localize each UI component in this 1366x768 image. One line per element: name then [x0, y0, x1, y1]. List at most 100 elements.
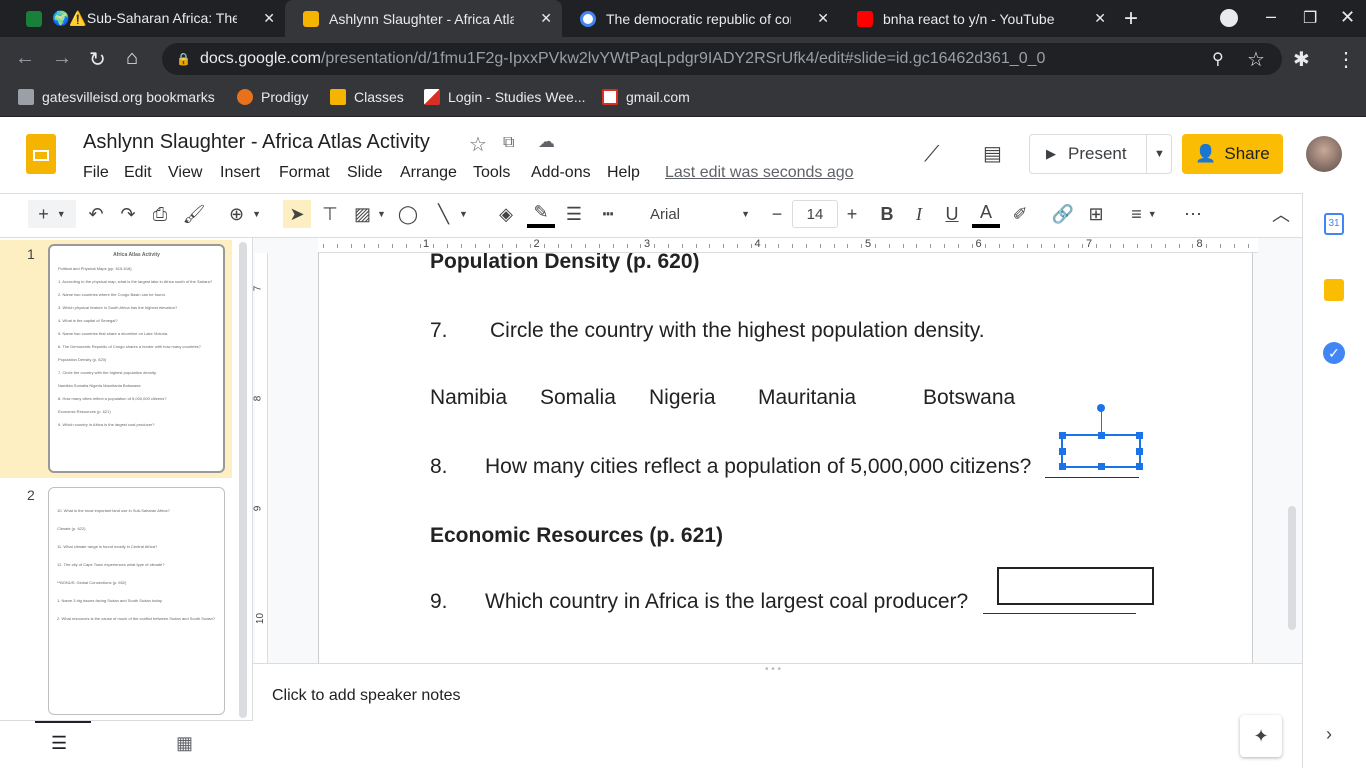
menu-help[interactable]: Help — [607, 164, 640, 182]
menu-addons[interactable]: Add-ons — [531, 164, 591, 182]
menu-edit[interactable]: Edit — [124, 164, 152, 182]
image-icon[interactable]: ▨ ▼ — [350, 200, 390, 228]
close-tab-icon[interactable]: ✕ — [263, 10, 275, 27]
selected-answer-textbox[interactable] — [1059, 404, 1143, 470]
extensions-icon[interactable]: ✱ — [1293, 47, 1310, 72]
close-tab-icon[interactable]: ✕ — [1094, 10, 1106, 27]
filmstrip-scrollbar[interactable] — [239, 242, 247, 718]
resize-handle[interactable] — [1059, 463, 1066, 470]
menu-insert[interactable]: Insert — [220, 164, 260, 182]
line-icon[interactable]: ╲ ▼ — [430, 200, 476, 228]
menu-slide[interactable]: Slide — [347, 164, 383, 182]
speaker-notes-placeholder[interactable]: Click to add speaker notes — [272, 687, 461, 705]
grid-view-icon[interactable]: ▦ — [176, 733, 193, 754]
menu-file[interactable]: File — [83, 164, 109, 182]
slide-thumbnail-2[interactable]: 10. What is the most important land use … — [48, 487, 225, 715]
text-color-icon[interactable]: A — [972, 200, 1000, 228]
move-folder-icon[interactable]: ⧉ — [503, 134, 514, 152]
vertical-ruler[interactable]: 7 8 9 10 — [252, 253, 268, 663]
forward-icon[interactable]: → — [52, 47, 72, 70]
menu-tools[interactable]: Tools — [473, 164, 510, 182]
last-edit-link[interactable]: Last edit was seconds ago — [665, 164, 854, 182]
bookmark-gatesvilleisd[interactable]: gatesvilleisd.org bookmarks — [18, 89, 215, 105]
slide-thumbnail-1[interactable]: Africa Atlas Activity Political and Physi… — [48, 244, 225, 473]
close-tab-icon[interactable]: ✕ — [540, 10, 552, 27]
resize-handle[interactable] — [1059, 432, 1066, 439]
new-slide-button[interactable]: + ▼ — [28, 200, 76, 228]
bookmark-prodigy[interactable]: Prodigy — [237, 89, 308, 105]
bookmark-studies-weekly[interactable]: Login - Studies Wee... — [424, 89, 585, 105]
tab-search-button[interactable] — [1220, 9, 1238, 27]
cloud-saved-icon[interactable]: ☁ — [538, 132, 555, 152]
explore-button[interactable]: ✦ — [1240, 715, 1282, 757]
speaker-notes-area[interactable] — [253, 663, 1302, 768]
link-icon[interactable]: 🔗 — [1050, 200, 1076, 228]
restore-button[interactable]: ❐ — [1303, 8, 1317, 28]
location-icon[interactable]: ⚲ — [1212, 49, 1224, 69]
print-icon[interactable]: ⎙ — [148, 200, 172, 228]
collapse-toolbar-icon[interactable]: ︿ — [1268, 200, 1294, 228]
increase-font-size-button[interactable]: + — [839, 200, 865, 228]
canvas-scrollbar[interactable] — [1288, 506, 1296, 630]
horizontal-ruler[interactable]: 1 2 3 4 5 6 7 8 — [318, 238, 1258, 253]
zoom-icon[interactable]: ⊕ ▼ — [224, 200, 266, 228]
calendar-icon[interactable]: 31 — [1324, 213, 1344, 235]
undo-icon[interactable]: ↶ — [84, 200, 108, 228]
shape-icon[interactable]: ◯ — [396, 200, 420, 228]
select-tool-icon[interactable]: ➤ — [283, 200, 311, 228]
reload-icon[interactable]: ↻ — [89, 47, 106, 72]
resize-handle[interactable] — [1059, 448, 1066, 455]
slide[interactable]: Population Density (p. 620) 7. Circle th… — [318, 253, 1253, 663]
keep-icon[interactable] — [1324, 279, 1344, 301]
resize-handle[interactable] — [1098, 432, 1105, 439]
comments-icon[interactable]: ▤ — [983, 141, 1002, 166]
present-dropdown-icon[interactable]: ▼ — [1146, 135, 1172, 173]
home-icon[interactable]: ⌂ — [126, 47, 138, 70]
new-tab-button[interactable]: + — [1124, 5, 1138, 33]
border-dash-icon[interactable]: ┅ — [596, 200, 620, 228]
present-button[interactable]: ▶ Present ▼ — [1029, 134, 1172, 174]
underline-icon[interactable]: U — [940, 200, 964, 228]
rotate-handle[interactable] — [1097, 404, 1105, 412]
close-window-button[interactable]: ✕ — [1340, 7, 1355, 28]
close-tab-icon[interactable]: ✕ — [817, 10, 829, 27]
answer-textbox[interactable] — [997, 567, 1154, 605]
minimize-button[interactable]: – — [1266, 6, 1276, 27]
resize-handle[interactable] — [1098, 463, 1105, 470]
italic-icon[interactable]: I — [907, 200, 931, 228]
document-title[interactable]: Ashlynn Slaughter - Africa Atlas Activit… — [83, 131, 430, 154]
bold-icon[interactable]: B — [875, 200, 899, 228]
bookmark-gmail[interactable]: gmail.com — [602, 89, 690, 105]
highlight-icon[interactable]: ✐ — [1008, 200, 1032, 228]
activity-trend-icon[interactable]: ⟋ — [924, 141, 939, 167]
tab-youtube[interactable]: bnha react to y/n - YouTube ✕ — [839, 0, 1116, 37]
menu-view[interactable]: View — [168, 164, 202, 182]
redo-icon[interactable]: ↷ — [116, 200, 140, 228]
filmstrip-view-icon[interactable]: ☰ — [51, 733, 67, 754]
resize-handle[interactable] — [1136, 463, 1143, 470]
font-size-input[interactable]: 14 — [792, 200, 838, 228]
tab-drc[interactable]: The democratic republic of congo✕ — [562, 0, 839, 37]
menu-format[interactable]: Format — [279, 164, 330, 182]
border-color-icon[interactable]: ✎ — [527, 200, 555, 228]
bookmark-classes[interactable]: Classes — [330, 89, 404, 105]
text-box-icon[interactable]: ⊤ — [317, 200, 343, 228]
star-icon[interactable]: ☆ — [469, 132, 487, 157]
more-options-icon[interactable]: ⋯ — [1180, 200, 1206, 228]
border-weight-icon[interactable]: ☰ — [562, 200, 586, 228]
resize-handle[interactable] — [1136, 432, 1143, 439]
back-icon[interactable]: ← — [15, 47, 35, 70]
slides-logo-icon[interactable] — [26, 134, 56, 174]
decrease-font-size-button[interactable]: − — [764, 200, 790, 228]
bookmark-star-icon[interactable]: ☆ — [1247, 47, 1265, 72]
url-input[interactable]: 🔒 docs.google.com/presentation/d/1fmu1F2g… — [162, 43, 1282, 75]
fill-color-icon[interactable]: ◈ — [494, 200, 518, 228]
browser-menu-icon[interactable]: ⋮ — [1336, 47, 1356, 72]
user-avatar[interactable] — [1306, 136, 1342, 172]
align-icon[interactable]: ≡ ▼ — [1124, 200, 1164, 228]
share-button[interactable]: 👤 Share — [1182, 134, 1283, 174]
tasks-icon[interactable]: ✓ — [1323, 342, 1345, 364]
resize-handle[interactable] — [1136, 448, 1143, 455]
font-select[interactable]: Arial ▼ — [644, 200, 756, 228]
add-comment-icon[interactable]: ⊞ — [1083, 200, 1109, 228]
